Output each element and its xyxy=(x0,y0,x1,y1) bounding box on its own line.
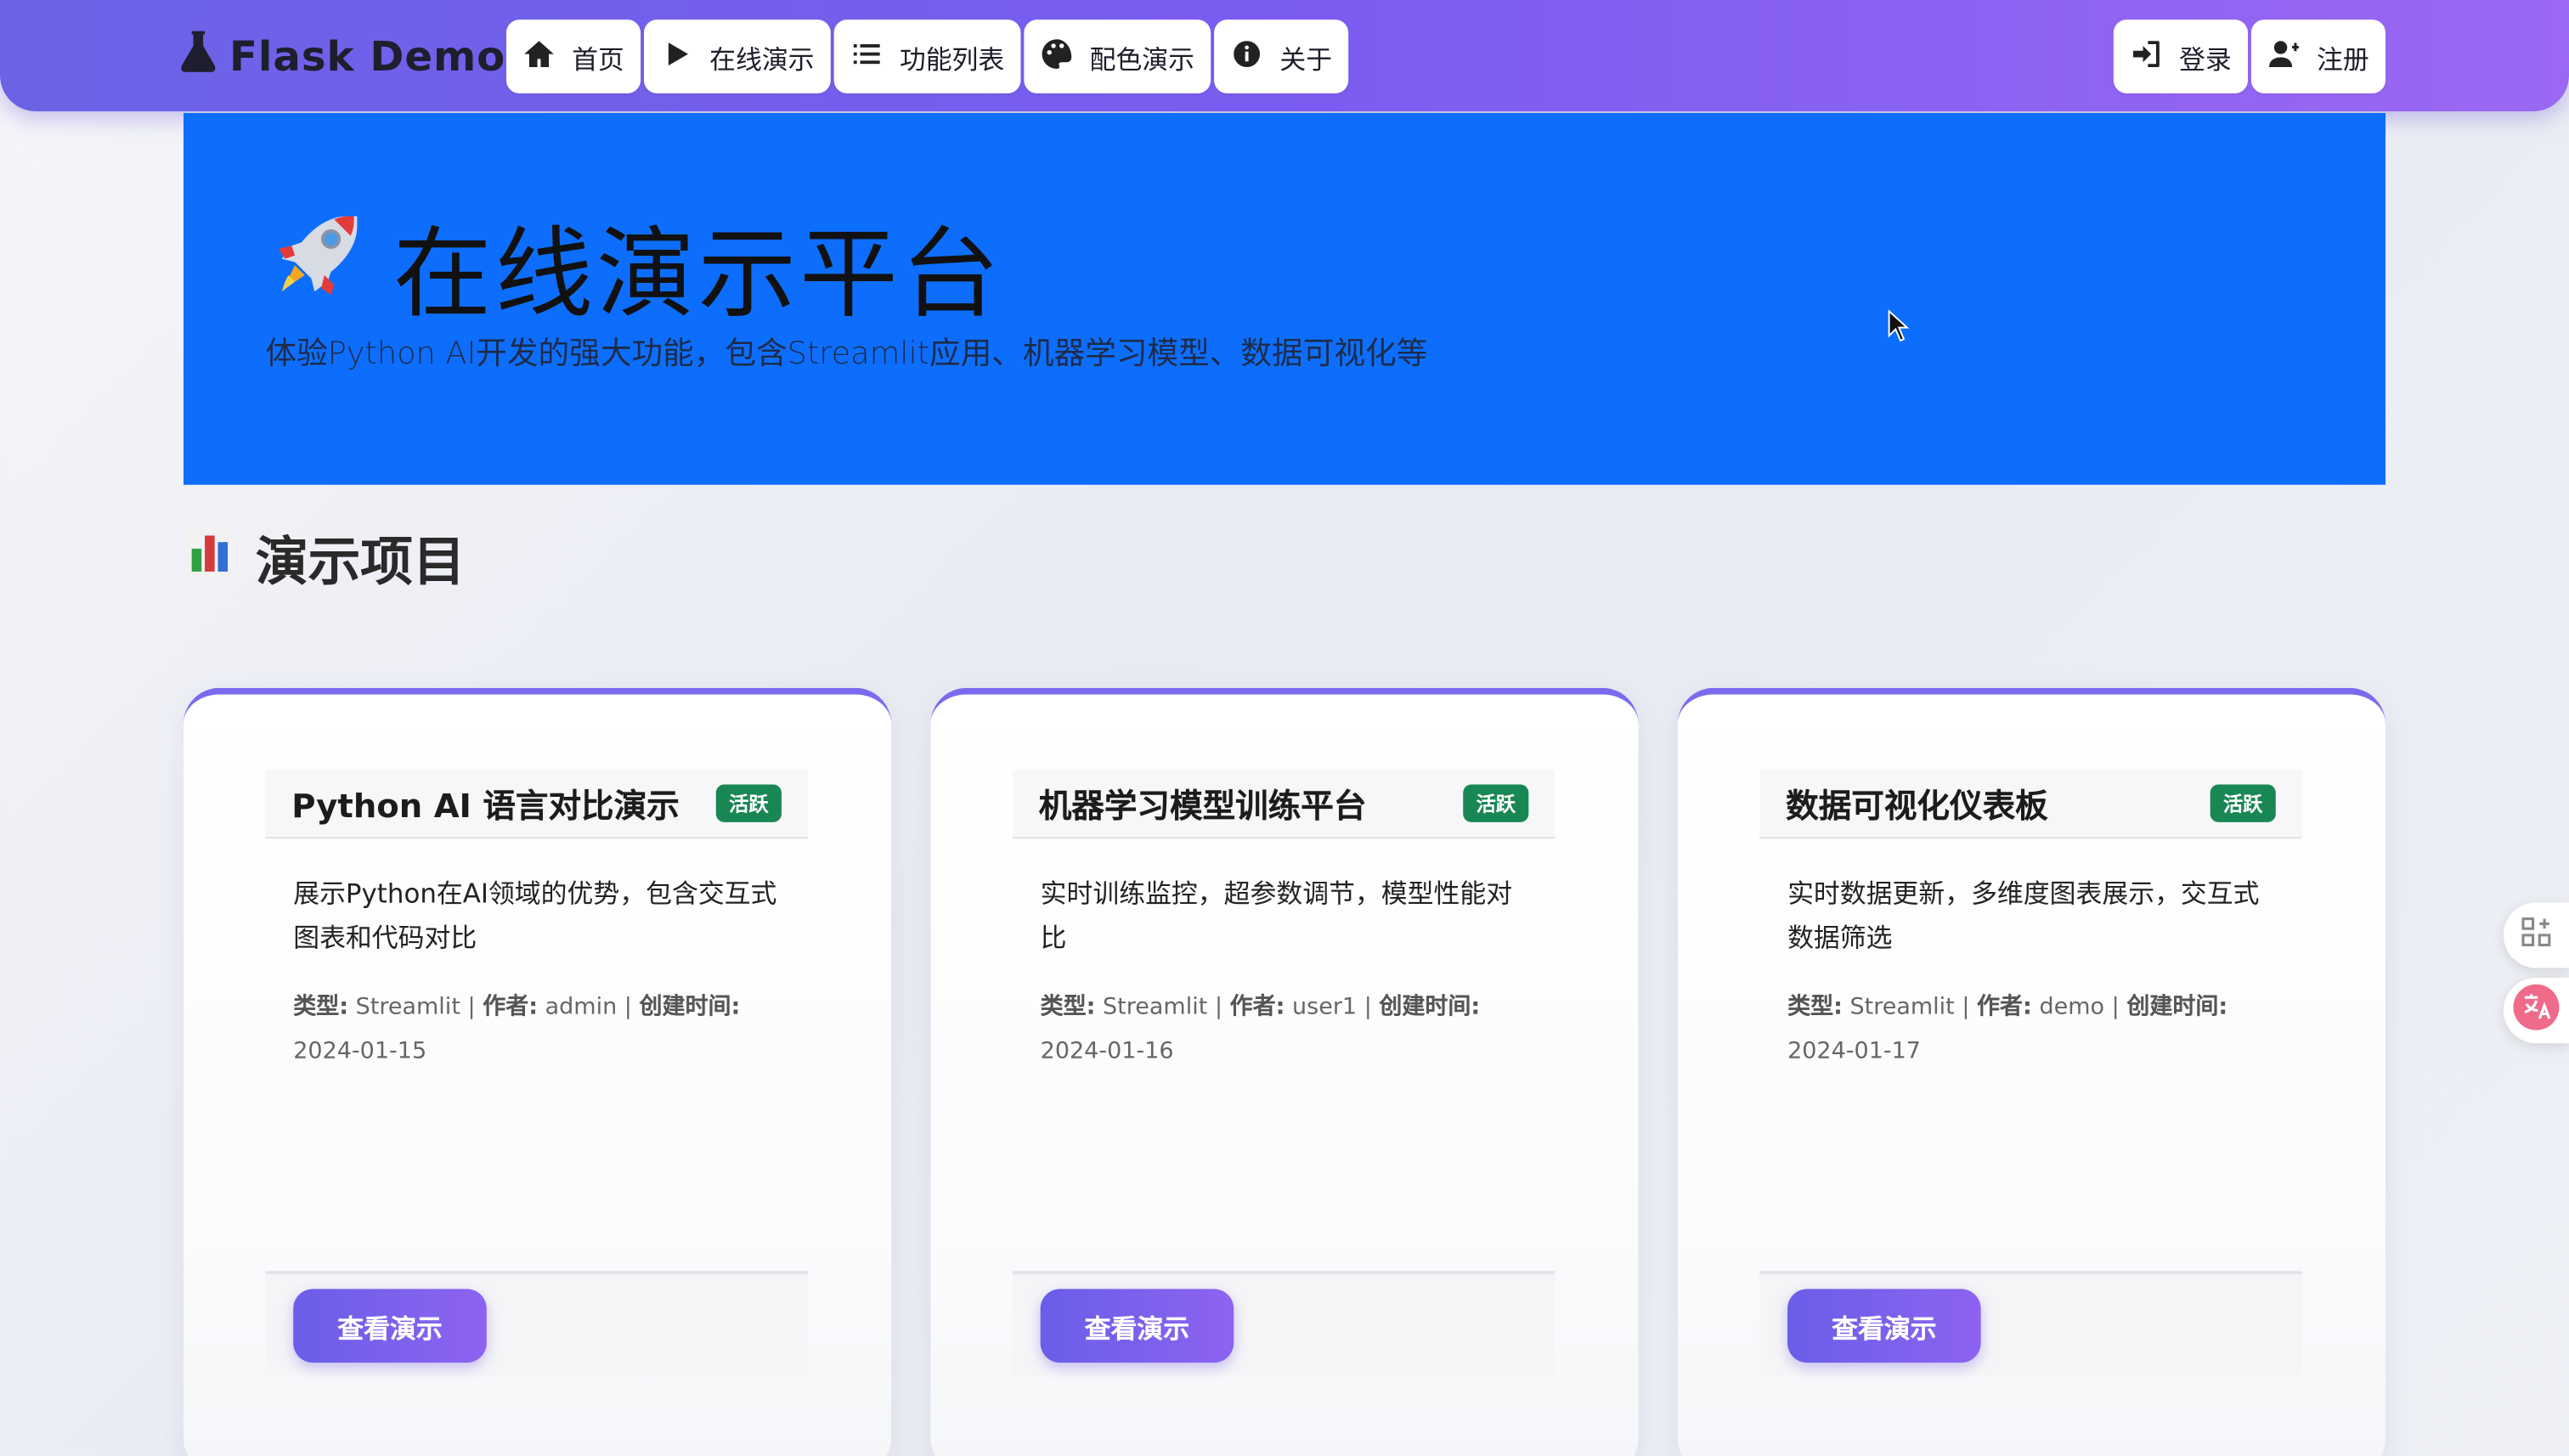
author-label: 作者: xyxy=(1977,994,2032,1021)
type-label: 类型: xyxy=(293,994,349,1021)
nav-color-demo[interactable]: 配色演示 xyxy=(1024,20,1211,93)
status-badge: 活跃 xyxy=(715,784,782,822)
palette-icon xyxy=(1041,37,1074,76)
brand-name: Flask Demo xyxy=(229,31,506,80)
status-badge: 活跃 xyxy=(2210,784,2276,822)
card-header: 机器学习模型训练平台 活跃 xyxy=(1012,770,1556,839)
nav-label: 注册 xyxy=(2317,43,2369,75)
card-title: 数据可视化仪表板 xyxy=(1786,786,2048,826)
demo-card: 数据可视化仪表板 活跃 实时数据更新，多维度图表展示，交互式数据筛选 类型: S… xyxy=(1677,687,2386,1456)
qr-widget-button[interactable] xyxy=(2503,902,2569,968)
hero-banner: 在线演示平台 体验Python AI开发的强大功能，包含Streamlit应用、… xyxy=(183,113,2386,485)
type-value: Streamlit xyxy=(1103,994,1208,1021)
flask-icon xyxy=(180,30,216,82)
auth-nav: 登录 注册 xyxy=(2113,20,2386,93)
type-label: 类型: xyxy=(1787,994,1843,1021)
created-label: 创建时间: xyxy=(1379,994,1481,1021)
created-label: 创建时间: xyxy=(639,994,741,1021)
view-demo-button[interactable]: 查看演示 xyxy=(293,1289,487,1363)
bar-chart-icon xyxy=(184,526,236,591)
card-meta: 类型: Streamlit | 作者: admin | 创建时间: 2024-01… xyxy=(293,994,741,1065)
created-value: 2024-01-17 xyxy=(1787,1038,1922,1065)
mouse-cursor-icon xyxy=(1888,309,1911,342)
nav-feature-list[interactable]: 功能列表 xyxy=(833,20,1021,93)
nav-login[interactable]: 登录 xyxy=(2113,20,2249,93)
card-meta: 类型: Streamlit | 作者: user1 | 创建时间: 2024-01… xyxy=(1040,994,1481,1065)
rocket-icon xyxy=(265,203,367,329)
author-value: user1 xyxy=(1292,994,1358,1021)
card-description: 展示Python在AI领域的优势，包含交互式图表和代码对比 xyxy=(293,878,777,954)
author-value: demo xyxy=(2039,994,2105,1021)
view-demo-button[interactable]: 查看演示 xyxy=(1787,1289,1981,1363)
translate-widget-button[interactable] xyxy=(2503,978,2569,1044)
type-value: Streamlit xyxy=(355,994,460,1021)
card-header: 数据可视化仪表板 活跃 xyxy=(1759,770,2302,839)
main-nav: 首页 在线演示 功能列表 配色演示 关于 xyxy=(505,20,1349,93)
demo-card: Python AI 语言对比演示 活跃 展示Python在AI领域的优势，包含交… xyxy=(183,687,892,1456)
created-value: 2024-01-16 xyxy=(1040,1038,1174,1065)
user-plus-icon xyxy=(2267,37,2301,76)
play-icon xyxy=(660,37,693,76)
translate-icon xyxy=(2511,983,2561,1039)
created-value: 2024-01-15 xyxy=(293,1038,427,1065)
card-header: Python AI 语言对比演示 活跃 xyxy=(265,770,808,839)
author-label: 作者: xyxy=(1229,994,1285,1021)
card-footer: 查看演示 xyxy=(1759,1271,2302,1376)
nav-about[interactable]: 关于 xyxy=(1214,20,1349,93)
nav-label: 配色演示 xyxy=(1089,43,1195,75)
nav-label: 首页 xyxy=(572,43,624,75)
hero-heading: 在线演示平台 xyxy=(265,195,1002,337)
view-demo-button[interactable]: 查看演示 xyxy=(1040,1289,1234,1363)
info-icon xyxy=(1230,37,1263,76)
nav-register[interactable]: 注册 xyxy=(2250,20,2386,93)
home-icon xyxy=(522,37,556,76)
author-value: admin xyxy=(545,994,618,1021)
nav-label: 登录 xyxy=(2178,43,2232,75)
brand-link[interactable]: Flask Demo xyxy=(180,26,505,85)
card-footer: 查看演示 xyxy=(1012,1271,1556,1376)
demo-card: 机器学习模型训练平台 活跃 实时训练监控，超参数调节，模型性能对比 类型: St… xyxy=(930,687,1639,1456)
hero-subtitle: 体验Python AI开发的强大功能，包含Streamlit应用、机器学习模型、… xyxy=(265,336,1428,372)
nav-label: 关于 xyxy=(1279,43,1333,75)
qr-grid-icon xyxy=(2520,916,2553,955)
hero-title: 在线演示平台 xyxy=(392,217,1003,333)
top-navbar: Flask Demo 首页 在线演示 功能列表 配色演示 关于 登录 注册 xyxy=(0,0,2569,112)
list-icon xyxy=(850,37,884,76)
type-label: 类型: xyxy=(1040,994,1096,1021)
author-label: 作者: xyxy=(483,994,539,1021)
card-title: 机器学习模型训练平台 xyxy=(1038,786,1367,826)
sign-in-icon xyxy=(2130,37,2163,76)
nav-label: 在线演示 xyxy=(709,43,815,75)
type-value: Streamlit xyxy=(1849,994,1955,1021)
card-footer: 查看演示 xyxy=(265,1271,808,1376)
section-title: 演示项目 xyxy=(255,530,466,593)
nav-online-demo[interactable]: 在线演示 xyxy=(643,20,831,93)
card-meta: 类型: Streamlit | 作者: demo | 创建时间: 2024-01-… xyxy=(1787,994,2228,1065)
card-title: Python AI 语言对比演示 xyxy=(291,786,680,826)
card-description: 实时数据更新，多维度图表展示，交互式数据筛选 xyxy=(1787,878,2260,954)
section-heading: 演示项目 xyxy=(184,521,466,596)
card-description: 实时训练监控，超参数调节，模型性能对比 xyxy=(1040,878,1513,954)
status-badge: 活跃 xyxy=(1463,784,1529,822)
created-label: 创建时间: xyxy=(2126,994,2228,1021)
nav-home[interactable]: 首页 xyxy=(505,20,641,93)
nav-label: 功能列表 xyxy=(899,43,1005,75)
